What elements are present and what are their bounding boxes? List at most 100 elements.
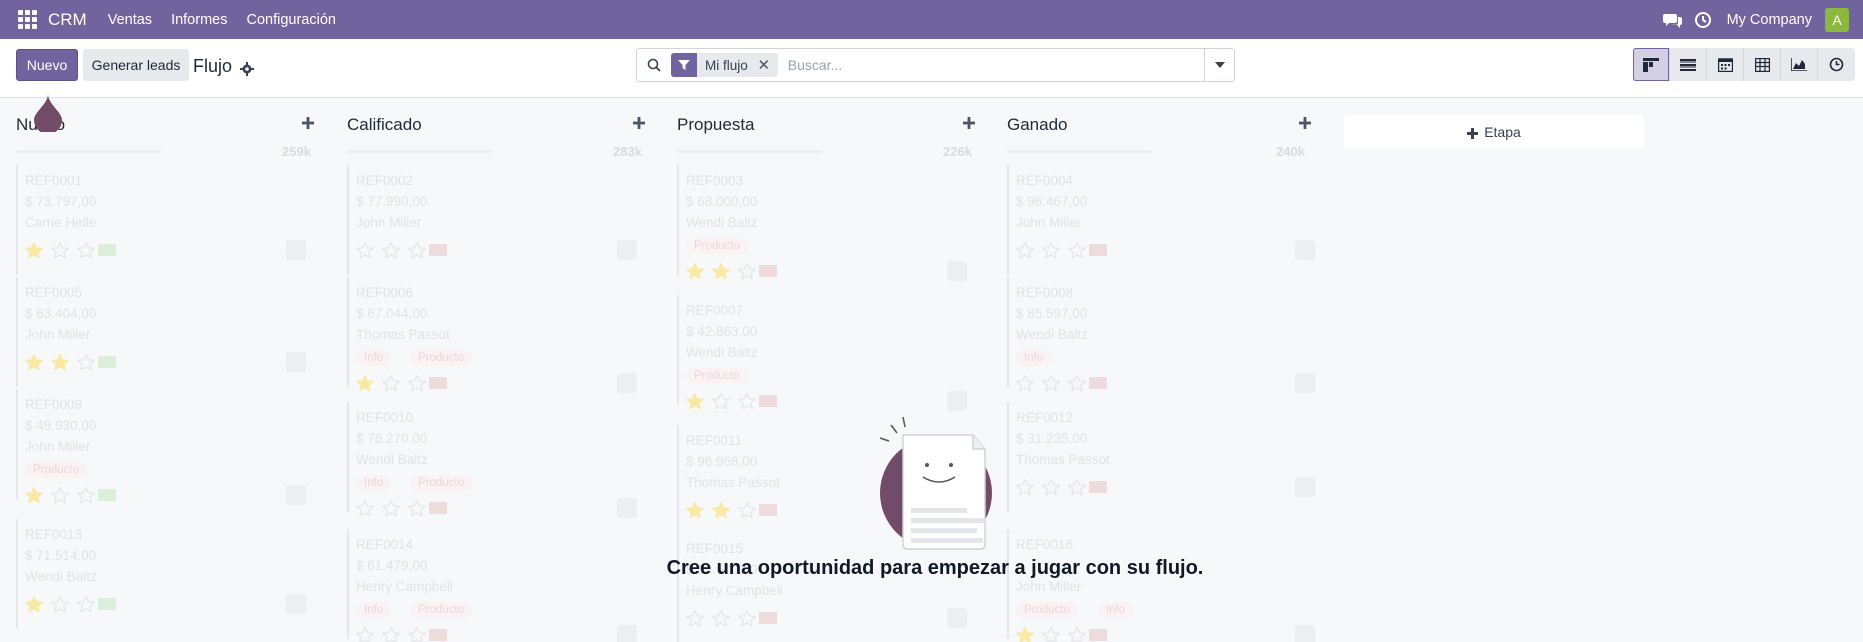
priority-stars[interactable]	[24, 595, 103, 613]
column-add-icon[interactable]	[1299, 116, 1313, 130]
avatar[interactable]	[286, 352, 306, 372]
close-icon[interactable]: ✕	[756, 53, 772, 77]
priority-stars[interactable]	[685, 262, 764, 280]
kanban-card[interactable]: REF0005 $ 63.404,00 John Miller	[16, 277, 312, 387]
priority-stars[interactable]	[685, 609, 764, 627]
kanban-card[interactable]: REF0010 $ 76.270,00 Wendi Baltz Info Product…	[347, 402, 643, 518]
avatar[interactable]	[286, 485, 306, 505]
column-add-icon[interactable]	[963, 116, 977, 130]
star-icon[interactable]	[407, 626, 427, 642]
star-icon[interactable]	[1041, 626, 1061, 642]
star-icon[interactable]	[685, 262, 705, 280]
kanban-card[interactable]: REF0012 $ 31.235,00 Thomas Passot	[1007, 402, 1315, 512]
star-icon[interactable]	[355, 499, 375, 517]
activity-icon[interactable]	[1818, 48, 1855, 81]
star-icon[interactable]	[1015, 626, 1035, 642]
avatar[interactable]	[1295, 373, 1315, 393]
avatar[interactable]	[947, 261, 967, 281]
avatar[interactable]	[947, 391, 967, 411]
priority-stars[interactable]	[24, 486, 103, 504]
priority-stars[interactable]	[685, 501, 764, 519]
clock-icon[interactable]	[1693, 10, 1713, 30]
star-icon[interactable]	[737, 392, 757, 410]
kanban-card[interactable]: REF0008 $ 85.597,00 Wendi Baltz Info	[1007, 277, 1315, 393]
star-icon[interactable]	[407, 374, 427, 392]
star-icon[interactable]	[50, 353, 70, 371]
avatar[interactable]	[286, 594, 306, 614]
star-icon[interactable]	[1067, 241, 1087, 259]
star-icon[interactable]	[685, 609, 705, 627]
star-icon[interactable]	[1015, 241, 1035, 259]
column-add-icon[interactable]	[633, 116, 647, 130]
kanban-card[interactable]: REF0006 $ 67.044,00 Thomas Passot Info Produ…	[347, 277, 643, 393]
priority-stars[interactable]	[1015, 478, 1094, 496]
company-switcher[interactable]: My Company	[1727, 12, 1812, 28]
avatar[interactable]	[286, 240, 306, 260]
priority-stars[interactable]	[24, 241, 103, 259]
star-icon[interactable]	[76, 486, 96, 504]
chat-icon[interactable]	[1662, 10, 1683, 30]
star-icon[interactable]	[381, 374, 401, 392]
star-icon[interactable]	[24, 595, 44, 613]
user-avatar[interactable]: A	[1825, 7, 1849, 32]
list-icon[interactable]	[1670, 48, 1707, 81]
star-icon[interactable]	[1067, 478, 1087, 496]
priority-stars[interactable]	[1015, 626, 1094, 642]
gear-icon[interactable]	[240, 60, 255, 76]
calendar-icon[interactable]	[1707, 48, 1744, 81]
kanban-card[interactable]: REF0009 $ 49.930,00 John Miller Producto	[16, 389, 312, 505]
graph-icon[interactable]	[1781, 48, 1818, 81]
tour-tip-icon[interactable]	[34, 94, 62, 134]
menu-configuracion[interactable]: Configuración	[246, 12, 335, 28]
kanban-icon[interactable]	[1633, 48, 1670, 81]
star-icon[interactable]	[407, 499, 427, 517]
star-icon[interactable]	[711, 501, 731, 519]
app-brand[interactable]: CRM	[48, 10, 87, 30]
star-icon[interactable]	[1015, 374, 1035, 392]
star-icon[interactable]	[381, 499, 401, 517]
star-icon[interactable]	[407, 241, 427, 259]
star-icon[interactable]	[1067, 374, 1087, 392]
star-icon[interactable]	[711, 392, 731, 410]
star-icon[interactable]	[24, 486, 44, 504]
priority-stars[interactable]	[685, 392, 764, 410]
new-button[interactable]: Nuevo	[16, 49, 78, 81]
star-icon[interactable]	[685, 501, 705, 519]
kanban-card[interactable]: REF0001 $ 73.797,00 Carrie Helle	[16, 165, 312, 275]
star-icon[interactable]	[24, 241, 44, 259]
star-icon[interactable]	[737, 262, 757, 280]
kanban-card[interactable]: REF0007 $ 42.863,00 Wendi Baltz Producto	[677, 295, 973, 411]
star-icon[interactable]	[1041, 374, 1061, 392]
kanban-card[interactable]: REF0002 $ 77.990,00 John Miller	[347, 165, 643, 275]
priority-stars[interactable]	[355, 374, 434, 392]
star-icon[interactable]	[76, 241, 96, 259]
star-icon[interactable]	[737, 609, 757, 627]
avatar[interactable]	[1295, 625, 1315, 642]
priority-stars[interactable]	[1015, 374, 1094, 392]
priority-stars[interactable]	[24, 353, 103, 371]
menu-ventas[interactable]: Ventas	[108, 12, 152, 28]
star-icon[interactable]	[1015, 478, 1035, 496]
star-icon[interactable]	[685, 392, 705, 410]
generate-leads-button[interactable]: Generar leads	[83, 49, 189, 81]
star-icon[interactable]	[355, 241, 375, 259]
avatar[interactable]	[617, 498, 637, 518]
search-icon[interactable]	[637, 49, 671, 81]
star-icon[interactable]	[1067, 626, 1087, 642]
search-facet[interactable]: Mi flujo ✕	[671, 53, 778, 77]
priority-stars[interactable]	[355, 241, 434, 259]
kanban-card[interactable]: REF0003 $ 68.000,00 Wendi Baltz Producto	[677, 165, 973, 281]
avatar[interactable]	[947, 608, 967, 628]
star-icon[interactable]	[355, 626, 375, 642]
kanban-card[interactable]: REF0004 $ 96.467,00 John Miller	[1007, 165, 1315, 275]
star-icon[interactable]	[737, 501, 757, 519]
star-icon[interactable]	[50, 595, 70, 613]
avatar[interactable]	[617, 240, 637, 260]
kanban-card[interactable]: REF0016 John Miller Producto Info	[1007, 529, 1315, 642]
avatar[interactable]	[617, 625, 637, 642]
priority-stars[interactable]	[1015, 241, 1094, 259]
column-add-icon[interactable]	[302, 116, 316, 130]
star-icon[interactable]	[1041, 241, 1061, 259]
star-icon[interactable]	[50, 486, 70, 504]
add-stage-button[interactable]: Etapa	[1344, 115, 1644, 148]
